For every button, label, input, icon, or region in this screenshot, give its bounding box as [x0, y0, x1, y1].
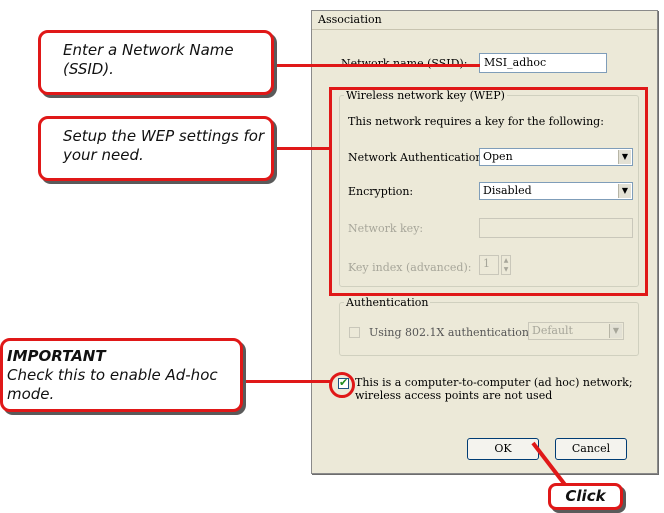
- wep-callout: Setup the WEP settings for your need.: [38, 116, 274, 181]
- important-callout-content: IMPORTANT Check this to enable Ad-hoc mo…: [7, 347, 234, 404]
- important-callout: IMPORTANT Check this to enable Ad-hoc mo…: [0, 338, 243, 412]
- important-body: Check this to enable Ad-hoc mode.: [7, 366, 218, 403]
- wep-callout-text: Setup the WEP settings for your need.: [63, 127, 265, 164]
- click-connector-line: [531, 441, 568, 488]
- ssid-callout-text: Enter a Network Name (SSID).: [63, 41, 234, 78]
- important-heading: IMPORTANT: [7, 347, 106, 365]
- ssid-callout: Enter a Network Name (SSID).: [38, 30, 274, 95]
- click-callout: Click: [548, 483, 623, 510]
